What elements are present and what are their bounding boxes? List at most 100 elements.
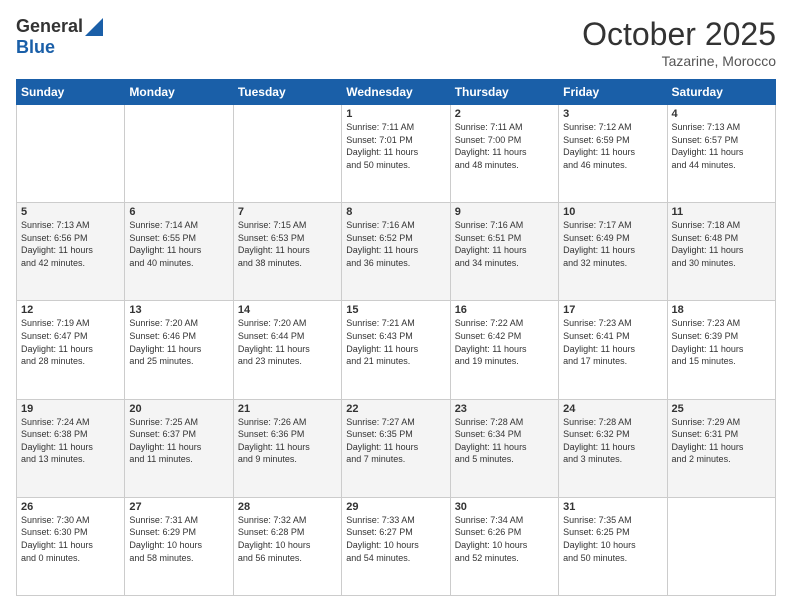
day-info: Sunrise: 7:35 AM Sunset: 6:25 PM Dayligh…	[563, 514, 662, 564]
calendar-header-thursday: Thursday	[450, 80, 558, 105]
day-info: Sunrise: 7:20 AM Sunset: 6:46 PM Dayligh…	[129, 317, 228, 367]
day-info: Sunrise: 7:33 AM Sunset: 6:27 PM Dayligh…	[346, 514, 445, 564]
day-info: Sunrise: 7:17 AM Sunset: 6:49 PM Dayligh…	[563, 219, 662, 269]
day-info: Sunrise: 7:23 AM Sunset: 6:41 PM Dayligh…	[563, 317, 662, 367]
day-info: Sunrise: 7:20 AM Sunset: 6:44 PM Dayligh…	[238, 317, 337, 367]
calendar-header-saturday: Saturday	[667, 80, 775, 105]
calendar-cell: 9Sunrise: 7:16 AM Sunset: 6:51 PM Daylig…	[450, 203, 558, 301]
calendar-cell: 16Sunrise: 7:22 AM Sunset: 6:42 PM Dayli…	[450, 301, 558, 399]
day-info: Sunrise: 7:27 AM Sunset: 6:35 PM Dayligh…	[346, 416, 445, 466]
day-number: 27	[129, 501, 228, 513]
calendar-cell	[667, 497, 775, 595]
day-info: Sunrise: 7:23 AM Sunset: 6:39 PM Dayligh…	[672, 317, 771, 367]
day-number: 25	[672, 403, 771, 415]
day-number: 29	[346, 501, 445, 513]
page: General Blue October 2025 Tazarine, Moro…	[0, 0, 792, 612]
calendar-cell: 7Sunrise: 7:15 AM Sunset: 6:53 PM Daylig…	[233, 203, 341, 301]
day-info: Sunrise: 7:25 AM Sunset: 6:37 PM Dayligh…	[129, 416, 228, 466]
day-info: Sunrise: 7:12 AM Sunset: 6:59 PM Dayligh…	[563, 121, 662, 171]
calendar-week-row: 26Sunrise: 7:30 AM Sunset: 6:30 PM Dayli…	[17, 497, 776, 595]
location: Tazarine, Morocco	[582, 53, 776, 69]
day-info: Sunrise: 7:29 AM Sunset: 6:31 PM Dayligh…	[672, 416, 771, 466]
day-info: Sunrise: 7:28 AM Sunset: 6:34 PM Dayligh…	[455, 416, 554, 466]
day-number: 4	[672, 108, 771, 120]
day-number: 7	[238, 206, 337, 218]
day-number: 19	[21, 403, 120, 415]
day-info: Sunrise: 7:31 AM Sunset: 6:29 PM Dayligh…	[129, 514, 228, 564]
calendar-week-row: 5Sunrise: 7:13 AM Sunset: 6:56 PM Daylig…	[17, 203, 776, 301]
day-number: 9	[455, 206, 554, 218]
day-info: Sunrise: 7:22 AM Sunset: 6:42 PM Dayligh…	[455, 317, 554, 367]
calendar-cell: 1Sunrise: 7:11 AM Sunset: 7:01 PM Daylig…	[342, 105, 450, 203]
calendar-cell: 27Sunrise: 7:31 AM Sunset: 6:29 PM Dayli…	[125, 497, 233, 595]
day-info: Sunrise: 7:21 AM Sunset: 6:43 PM Dayligh…	[346, 317, 445, 367]
calendar-cell: 20Sunrise: 7:25 AM Sunset: 6:37 PM Dayli…	[125, 399, 233, 497]
day-info: Sunrise: 7:26 AM Sunset: 6:36 PM Dayligh…	[238, 416, 337, 466]
day-info: Sunrise: 7:34 AM Sunset: 6:26 PM Dayligh…	[455, 514, 554, 564]
title-block: October 2025 Tazarine, Morocco	[582, 16, 776, 69]
day-number: 24	[563, 403, 662, 415]
day-number: 30	[455, 501, 554, 513]
day-info: Sunrise: 7:16 AM Sunset: 6:51 PM Dayligh…	[455, 219, 554, 269]
header: General Blue October 2025 Tazarine, Moro…	[16, 16, 776, 69]
day-number: 16	[455, 304, 554, 316]
calendar-cell: 15Sunrise: 7:21 AM Sunset: 6:43 PM Dayli…	[342, 301, 450, 399]
calendar-cell: 5Sunrise: 7:13 AM Sunset: 6:56 PM Daylig…	[17, 203, 125, 301]
calendar-cell: 10Sunrise: 7:17 AM Sunset: 6:49 PM Dayli…	[559, 203, 667, 301]
calendar-header-wednesday: Wednesday	[342, 80, 450, 105]
calendar-cell: 17Sunrise: 7:23 AM Sunset: 6:41 PM Dayli…	[559, 301, 667, 399]
calendar-table: SundayMondayTuesdayWednesdayThursdayFrid…	[16, 79, 776, 596]
day-number: 13	[129, 304, 228, 316]
day-info: Sunrise: 7:15 AM Sunset: 6:53 PM Dayligh…	[238, 219, 337, 269]
day-number: 18	[672, 304, 771, 316]
calendar-cell: 29Sunrise: 7:33 AM Sunset: 6:27 PM Dayli…	[342, 497, 450, 595]
month-title: October 2025	[582, 16, 776, 53]
calendar-cell: 19Sunrise: 7:24 AM Sunset: 6:38 PM Dayli…	[17, 399, 125, 497]
calendar-cell	[125, 105, 233, 203]
calendar-cell: 30Sunrise: 7:34 AM Sunset: 6:26 PM Dayli…	[450, 497, 558, 595]
calendar-cell: 4Sunrise: 7:13 AM Sunset: 6:57 PM Daylig…	[667, 105, 775, 203]
calendar-cell: 11Sunrise: 7:18 AM Sunset: 6:48 PM Dayli…	[667, 203, 775, 301]
day-number: 23	[455, 403, 554, 415]
calendar-cell: 23Sunrise: 7:28 AM Sunset: 6:34 PM Dayli…	[450, 399, 558, 497]
calendar-header-sunday: Sunday	[17, 80, 125, 105]
day-number: 1	[346, 108, 445, 120]
day-info: Sunrise: 7:18 AM Sunset: 6:48 PM Dayligh…	[672, 219, 771, 269]
calendar-header-row: SundayMondayTuesdayWednesdayThursdayFrid…	[17, 80, 776, 105]
day-info: Sunrise: 7:28 AM Sunset: 6:32 PM Dayligh…	[563, 416, 662, 466]
calendar-cell: 18Sunrise: 7:23 AM Sunset: 6:39 PM Dayli…	[667, 301, 775, 399]
day-info: Sunrise: 7:13 AM Sunset: 6:57 PM Dayligh…	[672, 121, 771, 171]
calendar-cell: 25Sunrise: 7:29 AM Sunset: 6:31 PM Dayli…	[667, 399, 775, 497]
calendar-cell: 26Sunrise: 7:30 AM Sunset: 6:30 PM Dayli…	[17, 497, 125, 595]
day-number: 28	[238, 501, 337, 513]
calendar-cell	[17, 105, 125, 203]
calendar-week-row: 19Sunrise: 7:24 AM Sunset: 6:38 PM Dayli…	[17, 399, 776, 497]
day-number: 31	[563, 501, 662, 513]
day-info: Sunrise: 7:11 AM Sunset: 7:01 PM Dayligh…	[346, 121, 445, 171]
day-number: 8	[346, 206, 445, 218]
calendar-header-monday: Monday	[125, 80, 233, 105]
calendar-week-row: 1Sunrise: 7:11 AM Sunset: 7:01 PM Daylig…	[17, 105, 776, 203]
day-info: Sunrise: 7:24 AM Sunset: 6:38 PM Dayligh…	[21, 416, 120, 466]
calendar-cell: 3Sunrise: 7:12 AM Sunset: 6:59 PM Daylig…	[559, 105, 667, 203]
logo-general-text: General	[16, 16, 83, 37]
calendar-cell: 12Sunrise: 7:19 AM Sunset: 6:47 PM Dayli…	[17, 301, 125, 399]
calendar-cell: 2Sunrise: 7:11 AM Sunset: 7:00 PM Daylig…	[450, 105, 558, 203]
day-info: Sunrise: 7:32 AM Sunset: 6:28 PM Dayligh…	[238, 514, 337, 564]
day-info: Sunrise: 7:19 AM Sunset: 6:47 PM Dayligh…	[21, 317, 120, 367]
calendar-cell: 6Sunrise: 7:14 AM Sunset: 6:55 PM Daylig…	[125, 203, 233, 301]
day-number: 21	[238, 403, 337, 415]
day-number: 2	[455, 108, 554, 120]
day-number: 3	[563, 108, 662, 120]
day-number: 5	[21, 206, 120, 218]
calendar-cell	[233, 105, 341, 203]
calendar-header-tuesday: Tuesday	[233, 80, 341, 105]
day-number: 17	[563, 304, 662, 316]
day-info: Sunrise: 7:11 AM Sunset: 7:00 PM Dayligh…	[455, 121, 554, 171]
calendar-header-friday: Friday	[559, 80, 667, 105]
calendar-cell: 24Sunrise: 7:28 AM Sunset: 6:32 PM Dayli…	[559, 399, 667, 497]
day-number: 11	[672, 206, 771, 218]
day-number: 22	[346, 403, 445, 415]
day-number: 20	[129, 403, 228, 415]
calendar-cell: 22Sunrise: 7:27 AM Sunset: 6:35 PM Dayli…	[342, 399, 450, 497]
